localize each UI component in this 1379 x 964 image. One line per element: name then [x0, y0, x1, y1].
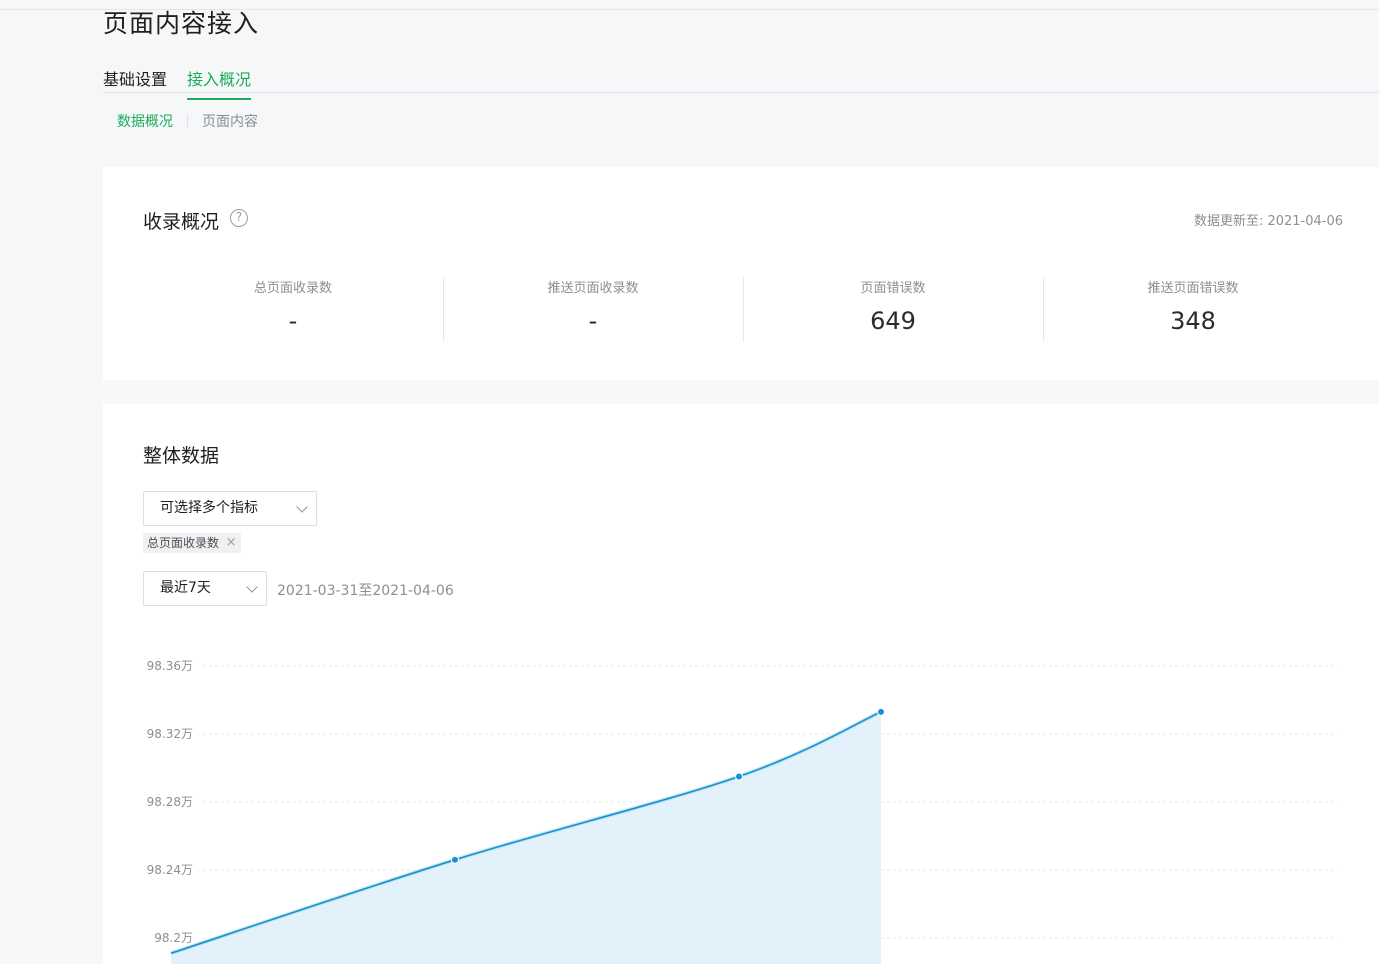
tab-basic-settings[interactable]: 基础设置 — [103, 66, 167, 98]
update-time: 数据更新至: 2021-04-06 — [1193, 214, 1343, 229]
y-tick-label: 98.28万 — [147, 795, 193, 809]
stats-row: 总页面收录数 - 推送页面收录数 - 页面错误数 649 推送页面错误数 348 — [143, 277, 1343, 342]
data-point[interactable] — [451, 855, 459, 864]
tab-access-overview[interactable]: 接入概况 — [187, 66, 252, 100]
stat-label: 推送页面收录数 — [547, 281, 639, 296]
stat-label: 总页面收录数 — [253, 281, 332, 296]
y-tick-label: 98.36万 — [147, 659, 193, 673]
y-tick-label: 98.2万 — [154, 931, 193, 945]
subtab-page-content[interactable]: 页面内容 — [202, 111, 258, 131]
stat-pushed-indexed: 推送页面收录数 - — [443, 277, 743, 342]
stat-value: 649 — [870, 307, 916, 335]
subtab-data-overview[interactable]: 数据概况 — [117, 111, 173, 131]
stat-value: - — [288, 307, 298, 335]
overview-card: 收录概况 ? 数据更新至: 2021-04-06 总页面收录数 - 推送页面收录… — [103, 167, 1379, 380]
question-circle-icon[interactable]: ? — [230, 209, 248, 227]
stat-label: 推送页面错误数 — [1147, 281, 1239, 296]
stat-value: - — [588, 307, 598, 335]
main-tabs: 基础设置 接入概况 — [103, 62, 1379, 100]
overview-title: 收录概况 — [143, 211, 220, 233]
page-title: 页面内容接入 — [103, 9, 260, 38]
y-tick-label: 98.24万 — [147, 863, 193, 877]
stat-label: 页面错误数 — [860, 281, 926, 296]
data-point[interactable] — [735, 772, 743, 781]
stat-value: 348 — [1170, 307, 1216, 335]
data-point[interactable] — [877, 707, 885, 716]
stat-page-errors: 页面错误数 649 — [743, 277, 1043, 342]
stat-pushed-errors: 推送页面错误数 348 — [1043, 277, 1343, 342]
overall-data-card: 整体数据 可选择多个指标 总页面收录数 × 最近7天 2021-03-31至20… — [103, 404, 1379, 964]
subtab-divider — [187, 114, 188, 128]
stat-total-indexed: 总页面收录数 - — [143, 277, 443, 342]
y-tick-label: 98.32万 — [147, 727, 193, 741]
overall-chart: 98.2万 98.24万 98.28万 98.32万 98.36万 — [147, 659, 1338, 964]
